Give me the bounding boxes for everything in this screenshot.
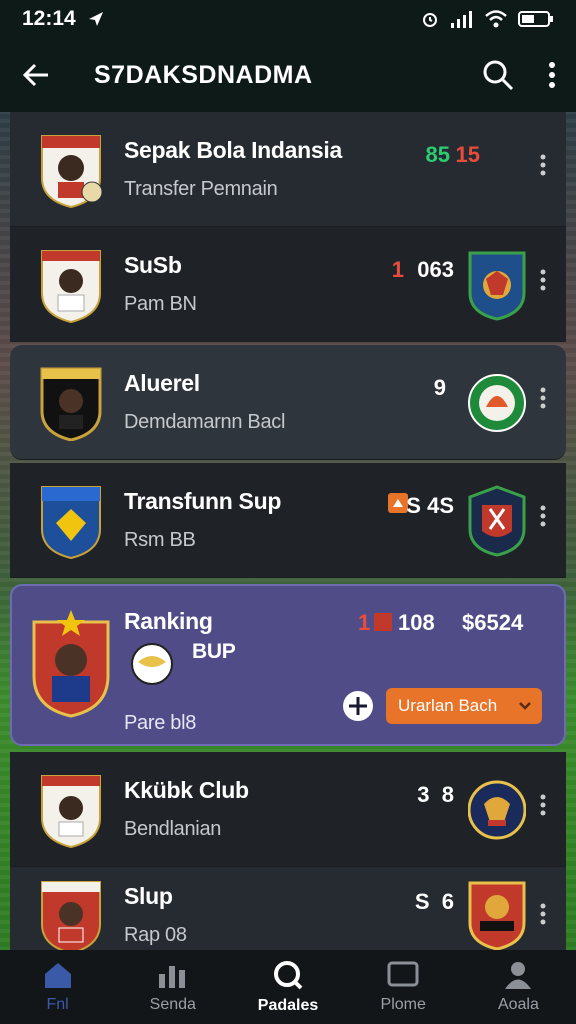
row-sub-label: BUP — [192, 640, 236, 663]
team-crest-icon — [40, 367, 102, 441]
alarm-icon — [423, 13, 437, 27]
opponent-crest-icon — [468, 780, 526, 840]
signal-icon — [451, 11, 472, 28]
tab-search[interactable]: Padales — [230, 950, 345, 1024]
status-icons — [420, 9, 554, 29]
location-arrow-icon — [88, 12, 103, 26]
more-vert-icon[interactable] — [540, 794, 546, 816]
more-vert-icon[interactable] — [540, 154, 546, 176]
search-icon[interactable] — [482, 59, 514, 91]
score-value: 9 — [433, 375, 446, 400]
highlighted-list-item[interactable]: Ranking BUP Pare bl8 1 108 $6524 Urarlan… — [10, 584, 566, 746]
score-value: 063 — [417, 257, 454, 282]
team-crest-icon — [32, 610, 110, 718]
team-crest-icon — [41, 250, 101, 323]
status-bar: 12:14 — [0, 0, 576, 38]
status-time: 12:14 — [22, 7, 76, 30]
row-subtitle: Transfer Pemnain — [124, 178, 278, 200]
more-vert-icon[interactable] — [540, 505, 546, 527]
tab-profile[interactable]: Aoala — [461, 950, 576, 1024]
more-vert-icon[interactable] — [548, 61, 556, 89]
row-title: Sepak Bola Indansia — [124, 137, 342, 163]
tab-screen[interactable]: Plome — [346, 950, 461, 1024]
score-badge — [374, 613, 392, 631]
chevron-down-icon — [519, 702, 531, 710]
team-crest-icon — [41, 486, 101, 559]
row-title: Ranking — [124, 608, 213, 634]
score-marker: 1 — [391, 257, 404, 282]
row-subtitle: Pare bl8 — [124, 712, 197, 734]
score-away: 15 — [455, 142, 480, 167]
list-item[interactable]: SuSb Pam BN 1 063 — [10, 227, 566, 342]
opponent-crest-icon — [468, 374, 526, 432]
add-icon[interactable] — [342, 690, 374, 722]
battery-icon — [518, 11, 553, 27]
list-item[interactable]: Sepak Bola Indansia Transfer Pemnain 85 … — [10, 112, 566, 227]
list-item[interactable]: Kkübk Club Bendlanian 3 8 — [10, 752, 566, 867]
tab-label: Fnl — [46, 996, 69, 1013]
price-value: $6524 — [462, 610, 524, 635]
stats-icon — [158, 966, 185, 988]
score-value: S 4S — [406, 493, 454, 518]
flag-badge-icon — [388, 493, 408, 513]
score-value: S 6 — [414, 889, 454, 914]
list-item[interactable]: Aluerel Demdamarnn Bacl 9 — [10, 345, 566, 460]
bottom-navigation: Fnl Senda Padales Plome Aoala — [0, 950, 576, 1024]
tab-label: Senda — [149, 996, 196, 1013]
football-icon — [131, 643, 173, 685]
opponent-crest-icon — [468, 881, 526, 951]
tab-label: Padales — [257, 997, 319, 1014]
more-vert-icon[interactable] — [540, 269, 546, 291]
screen-icon — [387, 961, 419, 987]
score-value: 3 8 — [417, 782, 454, 807]
opponent-crest-icon — [468, 485, 526, 557]
more-vert-icon[interactable] — [540, 903, 546, 925]
score-marker: 1 — [358, 610, 371, 635]
score-home: 85 — [425, 142, 450, 167]
back-arrow-icon[interactable] — [20, 59, 52, 91]
list-item[interactable]: Transfunn Sup Rsm BB S 4S — [10, 463, 566, 578]
dropdown-label: Urarlan Bach — [398, 696, 498, 715]
tab-label: Plome — [380, 996, 426, 1013]
more-vert-icon[interactable] — [540, 387, 546, 409]
app-bar: S7DAKSDNADMA — [0, 38, 576, 112]
opponent-crest-icon — [468, 251, 526, 321]
team-crest-icon — [41, 775, 101, 848]
club-list: Sepak Bola Indansia Transfer Pemnain 85 … — [10, 112, 566, 963]
list-item[interactable]: Slup Rap 08 S 6 — [10, 867, 566, 963]
profile-icon — [505, 962, 532, 989]
action-dropdown-button[interactable]: Urarlan Bach — [386, 688, 542, 724]
team-crest-icon — [41, 880, 101, 954]
tab-label: Aoala — [497, 996, 539, 1013]
page-title: S7DAKSDNADMA — [94, 60, 313, 89]
tab-stats[interactable]: Senda — [115, 950, 230, 1024]
search-icon — [274, 961, 303, 990]
tab-home[interactable]: Fnl — [0, 950, 115, 1024]
score-value: 108 — [398, 610, 435, 635]
home-icon — [44, 963, 71, 988]
wifi-icon — [485, 10, 507, 28]
team-crest-icon — [41, 135, 102, 208]
